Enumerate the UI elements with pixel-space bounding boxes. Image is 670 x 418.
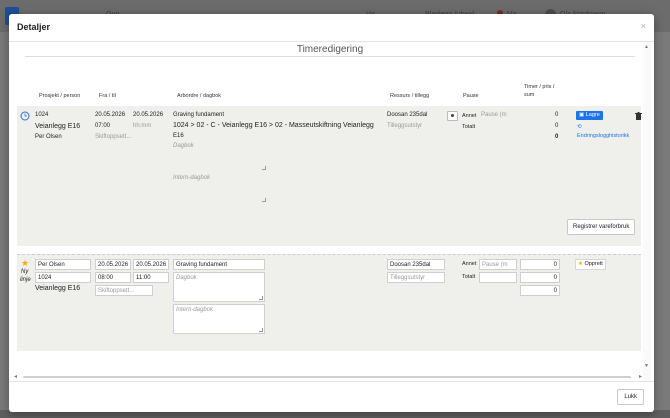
diary-placeholder: Dagbok (173, 143, 194, 149)
new-shift-setup[interactable]: Skiftoppsett... (95, 285, 153, 296)
new-addon-equipment[interactable]: Tilleggsutstyr (387, 272, 445, 283)
save-label: Lagre (585, 112, 600, 118)
internal-diary-placeholder: Intern-dagbok (173, 175, 211, 181)
star-icon: ★ (21, 258, 30, 268)
new-time-from[interactable]: 08:00 (95, 272, 131, 283)
clock-icon (20, 111, 30, 121)
resize-grip[interactable] (262, 166, 266, 170)
person-name: Per Olsen (35, 134, 62, 140)
new-total-label: Totalt (462, 274, 476, 280)
modal-title: Detaljer (17, 22, 51, 32)
resource-name[interactable]: Doosan 235dal (387, 112, 427, 118)
horizontal-scrollbar[interactable]: ◂ ▸ (11, 373, 643, 381)
camera-icon[interactable] (447, 111, 458, 121)
new-work-order[interactable]: Graving fundament (173, 259, 265, 270)
new-diary-field[interactable]: Dagbok (173, 272, 265, 302)
internal-diary-field[interactable]: Intern-dagbok (171, 173, 267, 203)
time-entry-row: 1024 Veianlegg E16 Per Olsen 20.05.2026 … (17, 106, 642, 246)
scroll-up-icon[interactable]: ▲ (644, 44, 649, 50)
column-header-timer: Timer / pris / (524, 84, 555, 90)
new-hours-field[interactable]: 0 (520, 259, 560, 270)
save-button[interactable]: ▣ Lagre (576, 111, 603, 120)
new-total-field[interactable] (479, 272, 517, 283)
new-internal-diary-field[interactable]: Intern-dagbok (173, 304, 265, 334)
column-header-resource: Ressurs / tillegg (390, 93, 430, 99)
work-order[interactable]: Graving fundament (173, 112, 224, 118)
new-price-field[interactable]: 0 (520, 272, 560, 283)
history-icon: ⟲ (577, 124, 582, 130)
resize-grip[interactable] (259, 328, 263, 332)
project-select[interactable]: 1024 (35, 272, 91, 283)
new-pause-type-label: Annet (462, 261, 477, 267)
change-history-link[interactable]: Endringslogghistorikk (577, 133, 629, 139)
close-icon[interactable]: × (641, 21, 646, 31)
scroll-left-icon[interactable]: ◂ (14, 373, 17, 380)
details-modal: Detaljer × Timeredigering Prosjekt / per… (9, 14, 654, 412)
column-header-order: Arbordre / dagbok (177, 93, 222, 99)
new-pause-minutes[interactable]: Pause (m (479, 259, 517, 270)
order-path: 1024 > 02 - C - Veianlegg E16 > 02 - Mas… (173, 122, 374, 129)
close-button[interactable]: Lukk (617, 389, 644, 405)
new-resource-select[interactable]: Doosan 235dal (387, 259, 445, 270)
new-date-to[interactable]: 20.05.2026 (133, 259, 169, 270)
person-select[interactable]: Per Olsen (35, 259, 91, 270)
floppy-icon: ▣ (579, 112, 586, 118)
section-title: Timeredigering (25, 44, 635, 57)
addon-equipment-field[interactable]: Tilleggsutstyr (387, 123, 422, 129)
hours-value: 0 (555, 112, 559, 118)
date-to[interactable]: 20.05.2026 (133, 112, 163, 118)
resize-grip[interactable] (262, 198, 266, 202)
trash-icon[interactable] (635, 112, 642, 120)
time-to-field[interactable]: hh:mm (133, 123, 151, 129)
column-header-pause: Pause (463, 93, 479, 99)
scroll-right-icon[interactable]: ▸ (639, 373, 642, 380)
modal-body[interactable]: Timeredigering Prosjekt / person Fra / t… (11, 43, 651, 381)
register-consumption-button[interactable]: Registrer vareforbruk (567, 219, 636, 235)
total-label: Totalt (462, 124, 476, 130)
date-from[interactable]: 20.05.2026 (95, 112, 125, 118)
create-label: Opprett (584, 261, 603, 267)
column-header-project: Prosjekt / person (39, 93, 81, 99)
scroll-down-icon[interactable]: ▼ (644, 363, 649, 369)
new-date-from[interactable]: 20.05.2026 (95, 259, 131, 270)
column-header-fromto: Fra / til (99, 93, 116, 99)
new-sum-field[interactable]: 0 (520, 285, 560, 296)
new-line-project-name: Veianlegg E16 (35, 285, 81, 292)
new-diary-placeholder: Dagbok (176, 275, 197, 281)
resize-grip[interactable] (259, 296, 263, 300)
order-path-continued: E16 (173, 133, 184, 139)
new-line-label: Ny (21, 269, 29, 275)
pause-type-label: Annet (462, 113, 477, 119)
project-number: 1024 (35, 112, 49, 118)
diary-field[interactable]: Dagbok (171, 141, 267, 171)
project-name: Veianlegg E16 (35, 123, 81, 130)
pause-minutes-field[interactable]: Pause (m (481, 112, 507, 118)
new-internal-diary-placeholder: Intern-dagbok (176, 307, 214, 313)
create-button[interactable]: ★ Opprett (575, 259, 606, 270)
new-time-to[interactable]: 11:00 (133, 272, 169, 283)
sum-value: 0 (555, 134, 559, 140)
modal-header: Detaljer × (9, 14, 654, 42)
modal-footer: Lukk (9, 381, 654, 412)
scroll-thumb[interactable] (23, 376, 631, 378)
new-line-label-2: linje (20, 277, 31, 283)
new-line-row: ★ Ny linje Per Olsen 1024 Veianlegg E16 … (17, 254, 641, 351)
price-value: 0 (555, 123, 559, 129)
vertical-scrollbar[interactable]: ▲ ▼ (643, 43, 651, 381)
time-from[interactable]: 07:00 (95, 123, 110, 129)
shift-setup-field[interactable]: Skiftoppsett... (95, 134, 131, 140)
column-header-sum: sum (524, 92, 535, 98)
